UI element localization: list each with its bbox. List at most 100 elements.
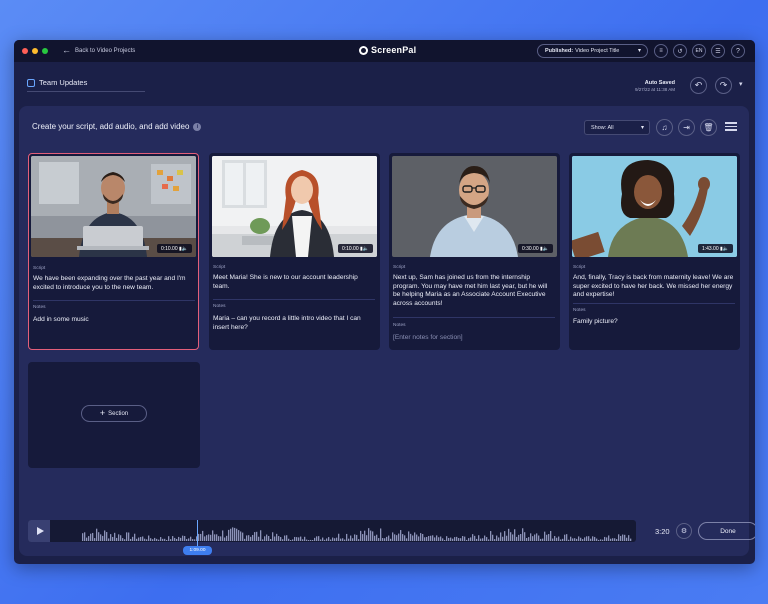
waveform-bar bbox=[162, 538, 164, 541]
waveform-bar bbox=[186, 539, 188, 541]
waveform-bar bbox=[118, 534, 120, 541]
import-button[interactable]: ⇥ bbox=[678, 119, 695, 136]
more-options-caret-icon[interactable]: ▾ bbox=[739, 80, 743, 88]
history-button[interactable]: ↺ bbox=[673, 44, 687, 58]
video-thumbnail[interactable]: 0:30.00 ▮🔈 bbox=[392, 156, 557, 257]
waveform-bar bbox=[604, 536, 606, 541]
waveform-bar bbox=[234, 527, 236, 541]
waveform-bar bbox=[362, 534, 364, 541]
waveform-bar bbox=[164, 538, 166, 541]
waveform-bar bbox=[614, 538, 616, 541]
waveform-bar bbox=[336, 537, 338, 541]
list-view-icon[interactable] bbox=[725, 122, 737, 132]
play-button[interactable] bbox=[28, 520, 50, 542]
waveform-bar bbox=[190, 536, 192, 541]
waveform-bar bbox=[232, 527, 234, 541]
divider bbox=[393, 317, 555, 318]
waveform-bar bbox=[436, 535, 438, 541]
script-label: Script bbox=[573, 265, 586, 270]
waveform-bar bbox=[134, 533, 136, 541]
script-text[interactable]: Next up, Sam has joined us from the inte… bbox=[393, 274, 555, 308]
waveform-bar bbox=[376, 534, 378, 541]
language-button[interactable]: EN bbox=[692, 44, 706, 58]
waveform-bar bbox=[628, 535, 630, 541]
waveform-bar bbox=[146, 539, 148, 541]
waveform-bar bbox=[518, 534, 520, 541]
script-label: Script bbox=[393, 265, 406, 270]
waveform-bar bbox=[136, 538, 138, 541]
waveform-bar bbox=[494, 539, 496, 541]
script-text[interactable]: And, finally, Tracy is back from materni… bbox=[573, 274, 735, 300]
waveform-bar bbox=[202, 530, 204, 541]
waveform-bar bbox=[600, 539, 602, 541]
autosave-time: 9/27/22 at 11:38 AM bbox=[635, 87, 675, 92]
waveform-bar bbox=[616, 539, 618, 541]
audio-timeline[interactable] bbox=[28, 520, 636, 542]
autosave-label: Auto Saved bbox=[644, 80, 675, 86]
waveform-bar bbox=[252, 535, 254, 541]
script-text[interactable]: Meet Maria! She is new to our account le… bbox=[213, 274, 375, 291]
volume-icon: ▮🔈 bbox=[540, 245, 549, 252]
undo-button[interactable]: ↶ bbox=[690, 77, 707, 94]
timeline-settings-button[interactable]: ⚙ bbox=[676, 523, 692, 539]
maximize-window-button[interactable] bbox=[42, 48, 48, 54]
video-thumbnail[interactable]: 0:10.00 ▮🔈 bbox=[31, 156, 196, 257]
waveform-bar bbox=[192, 539, 194, 541]
timeline-settings-icon: ⚙ bbox=[680, 528, 688, 535]
checklist-button[interactable]: ≡ bbox=[654, 44, 668, 58]
notes-label: Notes bbox=[213, 304, 226, 309]
waveform-bar bbox=[610, 538, 612, 541]
waveform-bar bbox=[490, 531, 492, 541]
back-to-projects-link[interactable]: ← Back to Video Projects bbox=[62, 46, 135, 55]
section-card-1[interactable]: 0:10.00 ▮🔈 Script We have been expanding… bbox=[28, 153, 199, 350]
delete-button[interactable]: 🗑 bbox=[700, 119, 717, 136]
show-filter-select[interactable]: Show: All ▾ bbox=[584, 120, 650, 135]
section-card-4[interactable]: 1:43.00 ▮🔈 Script And, finally, Tracy is… bbox=[569, 153, 740, 350]
add-section-button[interactable]: + Section bbox=[81, 405, 147, 422]
waveform-bar bbox=[172, 536, 174, 541]
waveform-bar bbox=[176, 538, 178, 541]
notes-text[interactable]: Family picture? bbox=[573, 318, 735, 327]
waveform-bar bbox=[522, 528, 524, 541]
notes-text[interactable]: Maria – can you record a little intro vi… bbox=[213, 315, 375, 332]
notes-input[interactable]: [Enter notes for section] bbox=[393, 334, 555, 343]
waveform-bar bbox=[384, 538, 386, 541]
add-audio-button[interactable]: ♫ bbox=[656, 119, 673, 136]
help-button[interactable]: ? bbox=[731, 44, 745, 58]
waveform-bar bbox=[258, 536, 260, 541]
video-thumbnail[interactable]: 0:10.00 ▮🔈 bbox=[212, 156, 377, 257]
waveform-bar bbox=[416, 534, 418, 541]
waveform-bar bbox=[382, 538, 384, 541]
project-title[interactable]: Team Updates bbox=[27, 78, 87, 87]
waveform-bar bbox=[576, 538, 578, 541]
publish-dropdown[interactable]: Published: Video Project Title ▾ bbox=[537, 44, 648, 58]
play-icon bbox=[36, 527, 44, 535]
notes-text[interactable]: Add in some music bbox=[33, 316, 195, 325]
minimize-window-button[interactable] bbox=[32, 48, 38, 54]
info-icon[interactable]: i bbox=[193, 122, 202, 131]
waveform-bar bbox=[514, 529, 516, 541]
waveform-bar bbox=[394, 534, 396, 541]
layers-button[interactable]: ☰ bbox=[711, 44, 725, 58]
waveform-bar bbox=[286, 535, 288, 541]
section-card-3[interactable]: 0:30.00 ▮🔈 Script Next up, Sam has joine… bbox=[389, 153, 560, 350]
waveform-bar bbox=[296, 537, 298, 541]
waveform-bar bbox=[516, 536, 518, 541]
waveform-bar bbox=[424, 537, 426, 541]
video-thumbnail[interactable]: 1:43.00 ▮🔈 bbox=[572, 156, 737, 257]
storyboard-panel: Create your script, add audio, and add v… bbox=[19, 106, 749, 556]
waveform-bar bbox=[314, 537, 316, 541]
waveform-bar bbox=[482, 538, 484, 541]
close-window-button[interactable] bbox=[22, 48, 28, 54]
redo-button[interactable]: ↷ bbox=[715, 77, 732, 94]
playhead[interactable] bbox=[197, 520, 198, 546]
waveform-bar bbox=[214, 534, 216, 541]
divider bbox=[33, 300, 195, 301]
waveform-bar bbox=[618, 534, 620, 541]
section-card-2[interactable]: 0:10.00 ▮🔈 Script Meet Maria! She is new… bbox=[209, 153, 380, 350]
done-button[interactable]: Done bbox=[698, 522, 755, 540]
script-text[interactable]: We have been expanding over the past yea… bbox=[33, 275, 195, 292]
waveform-bar bbox=[594, 536, 596, 541]
waveform-bar bbox=[220, 536, 222, 541]
waveform-bar bbox=[586, 536, 588, 541]
